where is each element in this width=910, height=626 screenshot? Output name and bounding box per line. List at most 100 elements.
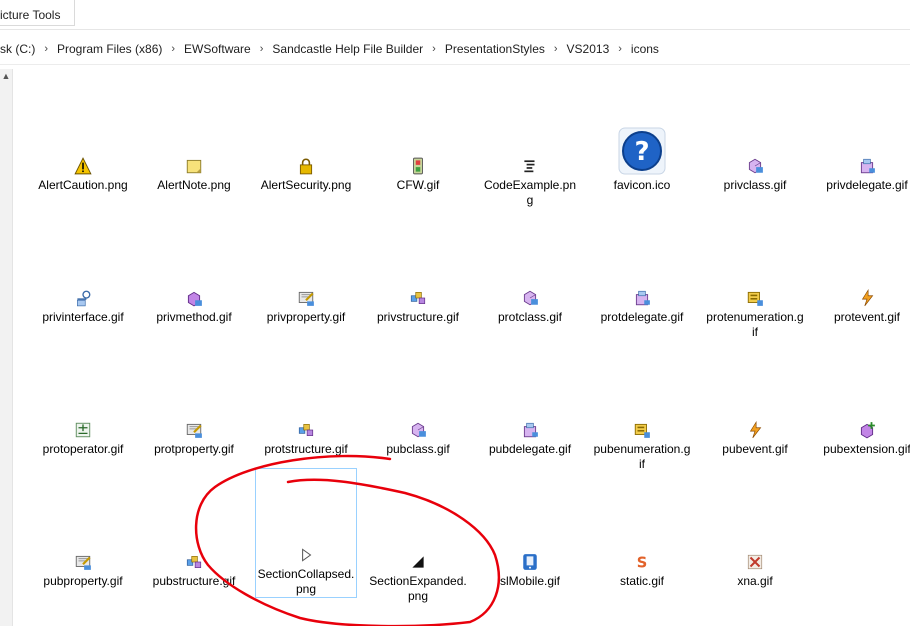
delegate-icon	[592, 237, 692, 307]
file-name: protevent.gif	[833, 310, 901, 324]
chevron-right-icon[interactable]: ›	[432, 43, 436, 55]
static-s-icon: S	[592, 501, 692, 571]
interface-icon	[33, 237, 133, 307]
breadcrumb-item[interactable]: sk (C:)	[0, 42, 35, 56]
padlock-icon	[256, 105, 356, 175]
file-item[interactable]: privmethod.gif	[144, 237, 244, 325]
file-item[interactable]: privinterface.gif	[33, 237, 133, 325]
file-name: privinterface.gif	[42, 310, 124, 324]
file-item[interactable]: pubenumeration.gif	[592, 369, 692, 472]
file-item[interactable]: SectionExpanded.png	[368, 501, 468, 604]
file-item[interactable]: pubextension.gif	[817, 369, 910, 457]
file-name: AlertNote.png	[157, 178, 231, 192]
file-item[interactable]: protdelegate.gif	[592, 237, 692, 325]
picture-tools-tab-label: icture Tools	[0, 8, 61, 22]
ribbon-divider	[0, 29, 910, 30]
extension-icon	[817, 369, 910, 439]
class-icon	[480, 237, 580, 307]
file-item[interactable]: privproperty.gif	[256, 237, 356, 325]
file-item[interactable]: privdelegate.gif	[817, 105, 910, 193]
file-name: privstructure.gif	[376, 310, 460, 324]
structure-icon	[144, 501, 244, 571]
file-item[interactable]: protstructure.gif	[256, 369, 356, 457]
method-icon	[144, 237, 244, 307]
event-icon	[705, 369, 805, 439]
chevron-right-icon[interactable]: ›	[44, 43, 48, 55]
file-item[interactable]: protevent.gif	[817, 237, 910, 325]
file-name: protenumeration.gif	[706, 310, 804, 339]
device-icon	[368, 105, 468, 175]
structure-icon	[256, 369, 356, 439]
chevron-right-icon[interactable]: ›	[260, 43, 264, 55]
breadcrumb-item[interactable]: Program Files (x86)	[57, 42, 162, 56]
event-icon	[817, 237, 910, 307]
file-name: pubenumeration.gif	[593, 442, 691, 471]
code-lines-icon	[480, 105, 580, 175]
file-item[interactable]: SectionCollapsed.png	[255, 468, 357, 598]
file-item[interactable]: xna.gif	[705, 501, 805, 589]
file-name: pubproperty.gif	[43, 574, 123, 588]
enumeration-icon	[592, 369, 692, 439]
breadcrumb-item[interactable]: EWSoftware	[184, 42, 251, 56]
picture-tools-tab[interactable]: icture Tools	[0, 0, 75, 26]
file-item[interactable]: CFW.gif	[368, 105, 468, 193]
file-name: AlertCaution.png	[38, 178, 128, 192]
file-item[interactable]: ? favicon.ico	[592, 105, 692, 193]
file-name: protclass.gif	[497, 310, 563, 324]
property-icon	[33, 501, 133, 571]
file-item[interactable]: AlertCaution.png	[33, 105, 133, 193]
structure-icon	[368, 237, 468, 307]
file-name: static.gif	[619, 574, 664, 588]
file-name: privproperty.gif	[266, 310, 346, 324]
property-icon	[256, 237, 356, 307]
file-item[interactable]: protoperator.gif	[33, 369, 133, 457]
breadcrumb[interactable]: sk (C:) › Program Files (x86) › EWSoftwa…	[0, 36, 910, 62]
file-item[interactable]: slMobile.gif	[480, 501, 580, 589]
class-icon	[705, 105, 805, 175]
delegate-icon	[817, 105, 910, 175]
help-question-icon: ?	[592, 105, 692, 175]
file-item[interactable]: pubdelegate.gif	[480, 369, 580, 457]
mobile-phone-icon	[480, 501, 580, 571]
file-name: AlertSecurity.png	[260, 178, 352, 192]
file-name: SectionCollapsed.png	[257, 567, 355, 596]
file-item[interactable]: protenumeration.gif	[705, 237, 805, 340]
enumeration-icon	[705, 237, 805, 307]
file-item[interactable]: AlertNote.png	[144, 105, 244, 193]
file-item[interactable]: protproperty.gif	[144, 369, 244, 457]
file-item[interactable]: Sstatic.gif	[592, 501, 692, 589]
file-item[interactable]: privstructure.gif	[368, 237, 468, 325]
breadcrumb-item[interactable]: icons	[631, 42, 659, 56]
file-item[interactable]: AlertSecurity.png	[256, 105, 356, 193]
chevron-right-icon[interactable]: ›	[554, 43, 558, 55]
file-name: pubextension.gif	[823, 442, 910, 456]
file-name: privdelegate.gif	[826, 178, 908, 192]
file-item[interactable]: CodeExample.png	[480, 105, 580, 208]
file-item[interactable]: pubevent.gif	[705, 369, 805, 457]
file-item[interactable]: pubclass.gif	[368, 369, 468, 457]
file-name: slMobile.gif	[499, 574, 561, 588]
address-divider	[0, 64, 910, 65]
chevron-right-icon[interactable]: ›	[171, 43, 175, 55]
file-item[interactable]: protclass.gif	[480, 237, 580, 325]
file-name: favicon.ico	[613, 178, 671, 192]
vertical-scrollbar[interactable]: ▲	[0, 69, 13, 626]
operator-icon	[33, 369, 133, 439]
breadcrumb-item[interactable]: Sandcastle Help File Builder	[272, 42, 423, 56]
file-item[interactable]: privclass.gif	[705, 105, 805, 193]
triangle-right-outline-icon	[256, 501, 356, 564]
xna-icon	[705, 501, 805, 571]
chevron-right-icon[interactable]: ›	[618, 43, 622, 55]
file-item[interactable]: pubstructure.gif	[144, 501, 244, 589]
file-name: xna.gif	[737, 574, 773, 588]
breadcrumb-item[interactable]: PresentationStyles	[445, 42, 545, 56]
file-name: protoperator.gif	[42, 442, 124, 456]
breadcrumb-item[interactable]: VS2013	[567, 42, 610, 56]
file-name: pubstructure.gif	[152, 574, 236, 588]
file-name: CodeExample.png	[483, 178, 577, 207]
file-name: protstructure.gif	[264, 442, 348, 456]
delegate-icon	[480, 369, 580, 439]
file-name: pubevent.gif	[722, 442, 788, 456]
scroll-up-arrow-icon[interactable]: ▲	[0, 69, 12, 83]
file-item[interactable]: pubproperty.gif	[33, 501, 133, 589]
